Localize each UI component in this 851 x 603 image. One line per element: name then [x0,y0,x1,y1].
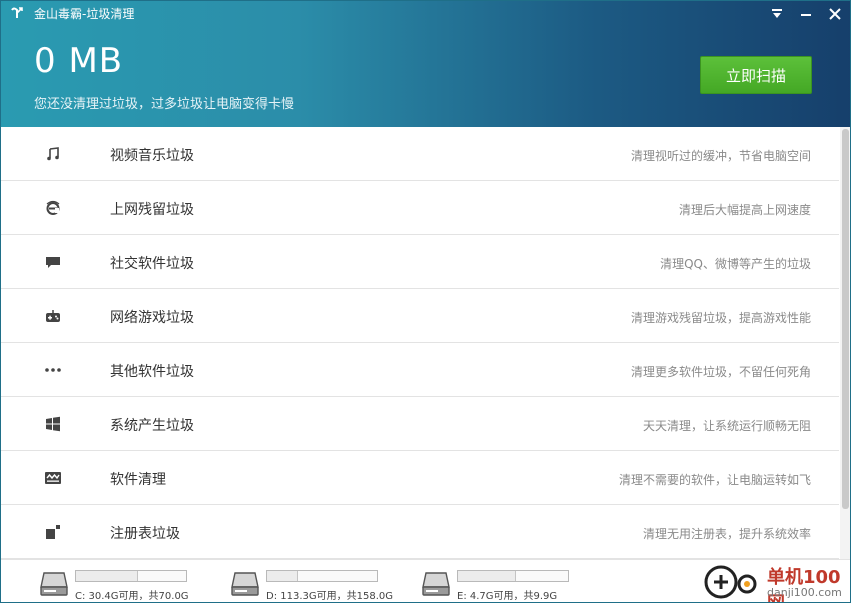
music-note-icon [44,145,62,163]
drive-usage-bar [266,570,378,582]
list-scrollbar[interactable] [840,127,850,559]
item-description: 天天清理，让系统运行顺畅无阻 [642,419,811,433]
item-description: 清理更多软件垃圾，不留任何死角 [630,365,811,379]
drive-space-label: C: 30.4G可用，共70.0G [75,591,189,602]
scan-now-button[interactable]: 立即扫描 [700,56,812,94]
list-item[interactable]: 视频音乐垃圾 清理视听过的缓冲，节省电脑空间 [1,127,839,181]
window-title: 金山毒霸-垃圾清理 [34,7,135,21]
drive-usage-fill [76,571,139,581]
app-logo-icon [11,7,23,18]
registry-icon [44,523,62,541]
close-button[interactable] [825,4,845,24]
item-label: 网络游戏垃圾 [110,310,194,326]
list-item[interactable]: 注册表垃圾 清理无用注册表，提升系统效率 [1,505,839,559]
drive-c: C: 30.4G可用，共70.0G [39,568,199,602]
close-icon [829,8,841,20]
item-description: 清理游戏残留垃圾，提高游戏性能 [630,311,811,325]
game-controller-icon [44,307,62,325]
junk-category-list: 视频音乐垃圾 清理视听过的缓冲，节省电脑空间 上网残留垃圾 清理后大幅提高上网速… [1,127,839,559]
chat-bubble-icon [44,253,62,271]
item-description: 清理无用注册表，提升系统效率 [642,527,811,541]
item-label: 软件清理 [110,472,166,488]
item-description: 清理QQ、微博等产生的垃圾 [660,257,811,271]
drive-usage-fill [458,571,516,581]
drive-space-label: E: 4.7G可用，共9.9G [457,591,558,602]
ie-browser-icon [44,199,62,217]
hard-drive-icon [231,572,259,596]
minimize-icon [801,14,811,16]
junk-size-value: 0 MB [34,41,124,81]
menu-dropdown-button[interactable] [767,4,787,24]
hard-drive-icon [422,572,450,596]
status-subtitle: 您还没清理过垃圾，过多垃圾让电脑变得卡慢 [34,97,295,112]
list-item[interactable]: 社交软件垃圾 清理QQ、微博等产生的垃圾 [1,235,839,289]
list-item[interactable]: 网络游戏垃圾 清理游戏残留垃圾，提高游戏性能 [1,289,839,343]
header-banner: 金山毒霸-垃圾清理 0 MB 您还没清理过垃圾，过多垃圾让电脑变得卡慢 立即扫描 [1,1,850,127]
watermark-logo-icon [704,565,757,599]
hard-drive-icon [40,572,68,596]
drive-usage-bar [457,570,569,582]
scrollbar-thumb[interactable] [842,129,849,509]
item-label: 注册表垃圾 [110,526,180,542]
item-description: 清理后大幅提高上网速度 [678,203,811,217]
item-label: 系统产生垃圾 [110,418,194,434]
software-clean-icon [44,469,62,487]
drive-space-label: D: 113.3G可用，共158.0G [266,591,394,602]
drive-usage-fill [267,571,299,581]
cleanup-window: 金山毒霸-垃圾清理 0 MB 您还没清理过垃圾，过多垃圾让电脑变得卡慢 立即扫描 [0,0,851,603]
minimize-button[interactable] [796,4,816,24]
drive-d: D: 113.3G可用，共158.0G [230,568,394,602]
item-label: 其他软件垃圾 [110,364,194,380]
drive-usage-bar [75,570,187,582]
menu-down-icon [772,9,782,18]
windows-logo-icon [44,415,62,433]
drive-e: E: 4.7G可用，共9.9G [421,568,581,602]
list-item[interactable]: 软件清理 清理不需要的软件，让电脑运转如飞 [1,451,839,505]
item-label: 社交软件垃圾 [110,256,194,272]
item-description: 清理视听过的缓冲，节省电脑空间 [630,149,811,163]
watermark-url: danji100.com [767,586,842,599]
list-item[interactable]: 系统产生垃圾 天天清理，让系统运行顺畅无阻 [1,397,839,451]
item-label: 上网残留垃圾 [110,202,194,218]
list-item[interactable]: 上网残留垃圾 清理后大幅提高上网速度 [1,181,839,235]
item-description: 清理不需要的软件，让电脑运转如飞 [618,473,811,487]
title-bar[interactable]: 金山毒霸-垃圾清理 [1,1,850,27]
item-label: 视频音乐垃圾 [110,148,194,164]
more-dots-icon [44,361,62,379]
site-watermark: 单机100网 danji100.com [701,561,850,602]
list-item[interactable]: 其他软件垃圾 清理更多软件垃圾，不留任何死角 [1,343,839,397]
